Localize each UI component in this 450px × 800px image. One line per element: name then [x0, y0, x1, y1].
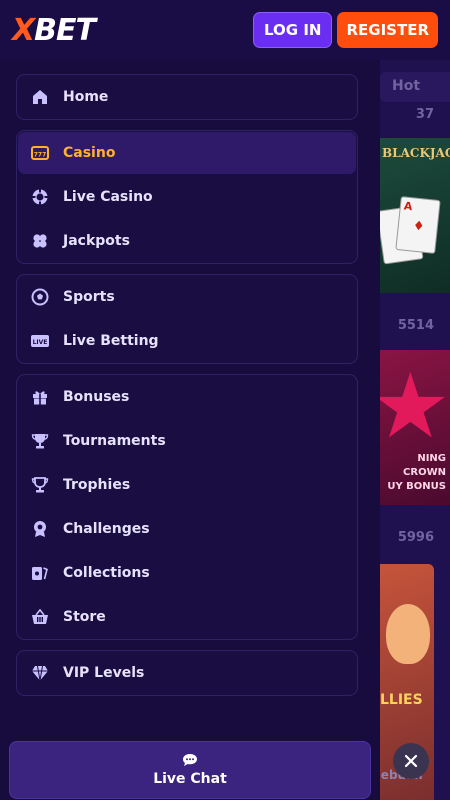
svg-text:777: 777 [34, 152, 47, 159]
live-chat-label: Live Chat [153, 771, 227, 787]
menu-group-rewards: Bonuses Tournaments Trophies Challenges … [16, 374, 358, 640]
medal-icon [31, 520, 49, 538]
poker-chip-icon [31, 188, 49, 206]
clover-icon [31, 232, 49, 250]
menu-item-label: VIP Levels [63, 665, 145, 681]
menu-item-label: Live Casino [63, 189, 153, 205]
live-chat-button[interactable]: Live Chat [9, 741, 371, 799]
bg-card-text: LLIES [380, 692, 423, 708]
menu-group-casino: 777 Casino Live Casino Jackpots [16, 130, 358, 264]
star-icon: ★ [380, 354, 450, 459]
basket-icon [31, 608, 49, 626]
menu-item-home[interactable]: Home [18, 76, 356, 118]
character-illustration [386, 604, 430, 664]
menu-item-trophies[interactable]: Trophies [18, 464, 356, 506]
menu-item-label: Tournaments [63, 433, 166, 449]
menu-group-vip: VIP Levels [16, 650, 358, 696]
menu-item-label: Challenges [63, 521, 150, 537]
bg-game-card[interactable]: ★ NING CROWN UY BONUS [380, 350, 450, 505]
playing-card-icon: A ♦ [395, 196, 441, 254]
bg-count[interactable]: 37 [416, 107, 434, 122]
logo-text: BET [34, 12, 96, 48]
side-menu-drawer: Home 777 Casino Live Casino Jackpots Spo… [0, 60, 380, 800]
close-menu-button[interactable] [393, 743, 429, 779]
bg-game-card[interactable]: BLACKJACK A ♦ [380, 138, 450, 293]
login-button[interactable]: LOG IN [253, 12, 333, 48]
menu-item-label: Live Betting [63, 333, 159, 349]
bg-card-title: BLACKJACK [382, 146, 450, 160]
svg-text:LIVE: LIVE [33, 339, 48, 346]
soccer-ball-icon [31, 288, 49, 306]
home-icon [31, 88, 49, 106]
menu-item-label: Trophies [63, 477, 131, 493]
trophy-icon [31, 432, 49, 450]
menu-item-bonuses[interactable]: Bonuses [18, 376, 356, 418]
menu-item-label: Casino [63, 145, 116, 161]
live-badge-icon: LIVE [31, 332, 49, 350]
bg-card-text: NING CROWN UY BONUS [387, 453, 446, 492]
logo-x: X [12, 12, 35, 48]
chat-bubble-icon [183, 754, 197, 766]
register-button[interactable]: REGISTER [337, 12, 438, 48]
bg-count[interactable]: 5514 [398, 318, 434, 333]
menu-item-vip-levels[interactable]: VIP Levels [18, 652, 356, 694]
menu-item-collections[interactable]: Collections [18, 552, 356, 594]
menu-item-label: Collections [63, 565, 150, 581]
close-icon [404, 754, 418, 768]
cards-icon [31, 564, 49, 582]
menu-item-live-casino[interactable]: Live Casino [18, 176, 356, 218]
diamond-icon [31, 664, 49, 682]
menu-item-live-betting[interactable]: LIVE Live Betting [18, 320, 356, 362]
menu-group-sports: Sports LIVE Live Betting [16, 274, 358, 364]
menu-item-challenges[interactable]: Challenges [18, 508, 356, 550]
bg-tab-hot[interactable]: Hot [392, 78, 420, 94]
menu-item-label: Home [63, 89, 109, 105]
menu-item-label: Store [63, 609, 106, 625]
menu-item-store[interactable]: Store [18, 596, 356, 638]
menu-item-label: Bonuses [63, 389, 130, 405]
background-casino-content: Hot 37 BLACKJACK A ♦ 5514 ★ NING CROWN U… [380, 60, 450, 800]
menu-item-label: Jackpots [63, 233, 130, 249]
menu-item-casino[interactable]: 777 Casino [18, 132, 356, 174]
bg-count[interactable]: 5996 [398, 530, 434, 545]
menu-item-sports[interactable]: Sports [18, 276, 356, 318]
menu-item-label: Sports [63, 289, 115, 305]
slot-machine-icon: 777 [31, 144, 49, 162]
menu-item-jackpots[interactable]: Jackpots [18, 220, 356, 262]
gift-icon [31, 388, 49, 406]
top-header: X BET LOG IN REGISTER [0, 0, 450, 60]
menu-group-main: Home [16, 74, 358, 120]
menu-item-tournaments[interactable]: Tournaments [18, 420, 356, 462]
brand-logo[interactable]: X BET [12, 12, 96, 48]
trophy-cup-icon [31, 476, 49, 494]
